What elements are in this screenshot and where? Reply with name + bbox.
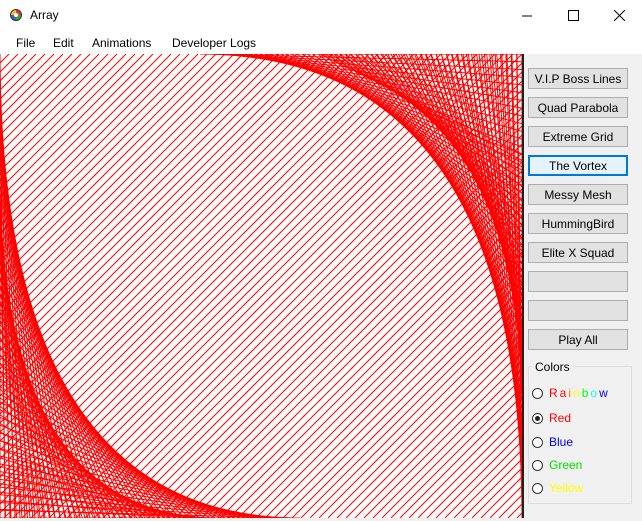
vortex-line [0, 53, 361, 415]
vortex-line [102, 53, 568, 519]
radio-red-circle[interactable] [532, 412, 543, 424]
title-bar: Array [0, 0, 642, 31]
colors-group-title: Colors [532, 360, 573, 374]
rainbow-letter: n [573, 386, 582, 400]
play-all-button[interactable]: Play All [528, 329, 628, 350]
radio-rainbow-label: Rainbow [549, 386, 610, 400]
menu-animations[interactable]: Animations [92, 36, 151, 50]
rainbow-letter: o [590, 386, 600, 400]
app-icon [10, 9, 22, 21]
radio-yellow[interactable]: Yellow [532, 480, 583, 496]
menu-edit[interactable]: Edit [53, 36, 74, 50]
vortex-line [0, 53, 262, 316]
menu-bar: File Edit Animations Developer Logs [0, 31, 642, 54]
the-vortex-button[interactable]: The Vortex [528, 155, 628, 176]
radio-red[interactable]: Red [532, 410, 571, 426]
quad-parabola-button[interactable]: Quad Parabola [528, 97, 628, 118]
radio-yellow-circle[interactable] [532, 482, 543, 494]
vortex-line [318, 194, 642, 519]
radio-blue-label: Blue [549, 435, 574, 449]
vortex-line [138, 53, 604, 519]
hummingbird-button[interactable]: HummingBird [528, 213, 628, 234]
close-button[interactable] [596, 0, 642, 31]
radio-green-circle[interactable] [532, 459, 543, 471]
menu-developer-logs[interactable]: Developer Logs [172, 36, 256, 50]
rainbow-letter: R [549, 386, 560, 400]
messy-mesh-button[interactable]: Messy Mesh [528, 184, 628, 205]
radio-green[interactable]: Green [532, 457, 582, 473]
close-icon [613, 10, 625, 21]
maximize-button[interactable] [550, 0, 596, 31]
rainbow-letter: w [599, 386, 610, 400]
radio-green-label: Green [549, 458, 583, 472]
menu-file[interactable]: File [16, 36, 35, 50]
elite-x-squad-button[interactable]: Elite X Squad [528, 242, 628, 263]
minimize-button[interactable] [504, 0, 550, 31]
radio-rainbow[interactable]: Rainbow [532, 385, 610, 401]
vortex-line [246, 122, 642, 519]
vortex-line [156, 53, 622, 519]
drawing-canvas [0, 53, 642, 519]
blank-button-1[interactable] [528, 271, 628, 292]
extreme-grid-button[interactable]: Extreme Grid [528, 126, 628, 147]
radio-blue-circle[interactable] [532, 436, 543, 448]
maximize-icon [567, 10, 579, 21]
vortex-drawing [0, 53, 642, 519]
radio-red-label: Red [549, 411, 572, 425]
window-title: Array [30, 8, 59, 22]
radio-yellow-label: Yellow [549, 481, 584, 495]
blank-button-2[interactable] [528, 300, 628, 321]
vortex-line [0, 53, 460, 514]
radio-blue[interactable]: Blue [532, 434, 573, 450]
minimize-icon [522, 15, 532, 16]
radio-rainbow-circle[interactable] [532, 387, 543, 399]
vip-boss-lines-button[interactable]: V.I.P Boss Lines [528, 68, 628, 89]
